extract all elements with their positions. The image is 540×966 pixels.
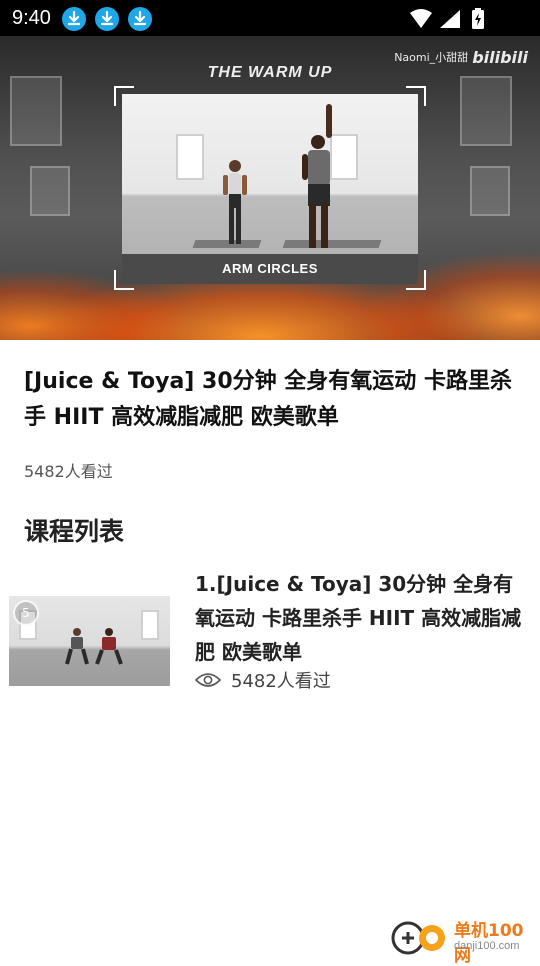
- background-window: [10, 76, 62, 146]
- status-icons: [406, 6, 502, 32]
- lesson-thumbnail[interactable]: 5: [9, 596, 170, 686]
- download-icon: [128, 7, 152, 31]
- section-title: 课程列表: [24, 512, 124, 548]
- wifi-icon: [410, 9, 432, 28]
- inner-video-frame: [122, 94, 418, 254]
- signal-icon: [440, 10, 460, 28]
- thumbnail-badge: 5: [13, 600, 39, 626]
- trainer-figure: [300, 104, 340, 250]
- studio-window: [141, 610, 159, 640]
- download-icon: [95, 7, 119, 31]
- exercise-label: ARM CIRCLES: [122, 254, 418, 284]
- status-bar: 9:40: [0, 0, 540, 36]
- list-item[interactable]: 5 1.[Juice & Toya] 30分钟 全身有氧运动 卡路里杀手 HII…: [0, 564, 540, 694]
- trainer-figure: [220, 158, 250, 248]
- watermark-user: Naomi_小甜甜: [394, 51, 468, 64]
- site-logo-icon: [390, 918, 450, 958]
- background-window: [460, 76, 512, 146]
- course-title: [Juice & Toya] 30分钟 全身有氧运动 卡路里杀手 HIIT 高效…: [24, 364, 520, 436]
- lesson-view-count-text: 5482人看过: [231, 667, 331, 693]
- video-player[interactable]: Naomi_小甜甜bilibili THE WARM UP A: [0, 36, 540, 340]
- course-view-count: 5482人看过: [24, 458, 113, 482]
- site-logo: 单机100网 danji100.com: [390, 910, 540, 960]
- site-logo-url: danji100.com: [454, 940, 519, 952]
- background-window: [470, 166, 510, 216]
- studio-window: [176, 134, 204, 180]
- background-window: [30, 166, 70, 216]
- trainer-figure: [65, 626, 125, 666]
- status-time: 9:40: [12, 6, 51, 30]
- battery-charging-icon: [472, 8, 484, 29]
- lesson-title[interactable]: 1.[Juice & Toya] 30分钟 全身有氧运动 卡路里杀手 HIIT …: [195, 567, 525, 669]
- download-icon: [62, 7, 86, 31]
- lesson-view-count: 5482人看过: [195, 668, 331, 692]
- video-overlay-heading: THE WARM UP: [0, 64, 540, 82]
- eye-icon: [195, 671, 221, 689]
